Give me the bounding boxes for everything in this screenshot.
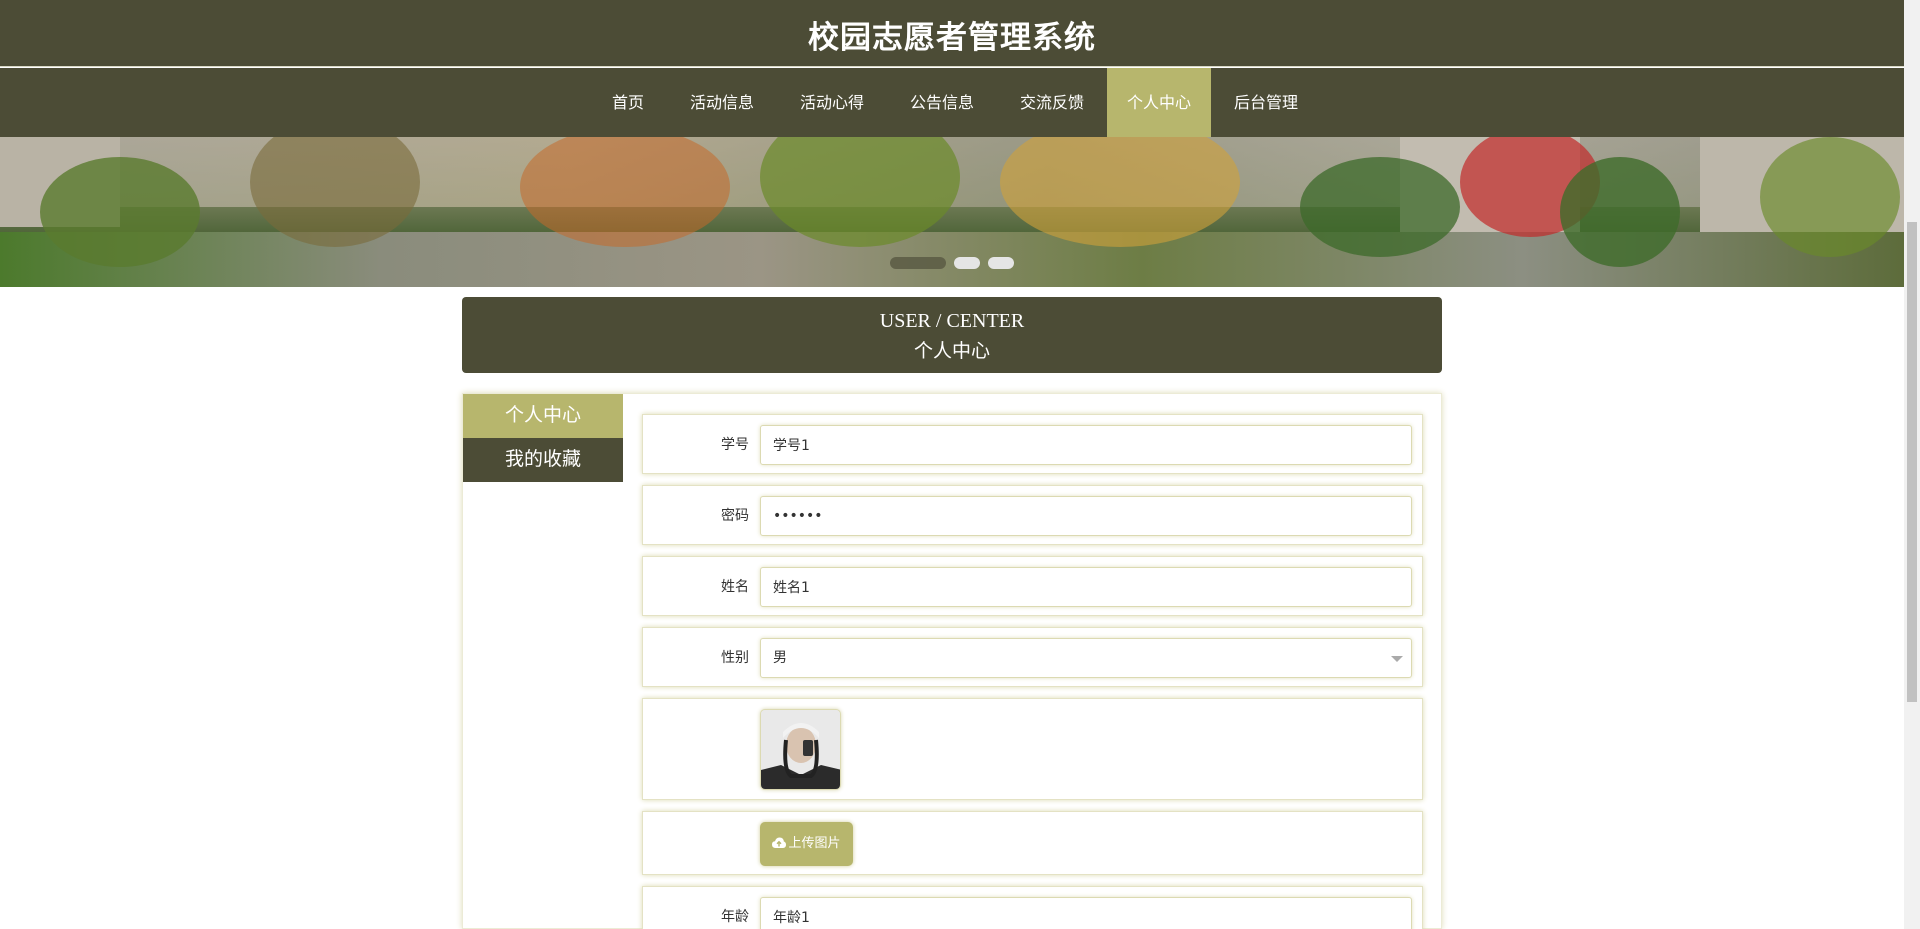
nav-item-experiences[interactable]: 活动心得 (777, 68, 887, 137)
password-label: 密码 (721, 508, 749, 524)
header-bar: 校园志愿者管理系统 (0, 0, 1904, 67)
nav-item-announcements[interactable]: 公告信息 (887, 68, 997, 137)
nav-item-user-center[interactable]: 个人中心 (1107, 68, 1212, 137)
form-row-upload: 上传图片 (642, 811, 1423, 875)
form-row-student-id: 学号 (642, 414, 1423, 474)
password-input[interactable]: •••••• (760, 496, 1412, 536)
carousel-dot-3[interactable] (988, 257, 1014, 269)
form-row-gender: 性别 男 (642, 627, 1423, 687)
scrollbar-thumb[interactable] (1907, 222, 1917, 702)
gender-label: 性别 (721, 650, 749, 666)
section-title-zh: 个人中心 (913, 341, 990, 362)
main-nav: 首页 活动信息 活动心得 公告信息 交流反馈 个人中心 后台管理 (0, 68, 1904, 137)
page: 校园志愿者管理系统 首页 活动信息 活动心得 公告信息 交流反馈 个人中心 后台… (0, 0, 1904, 929)
chevron-down-icon (1391, 656, 1403, 662)
banner-carousel[interactable] (0, 137, 1904, 287)
cloud-upload-icon (772, 837, 787, 848)
profile-form: 学号 密码 •••••• 姓名 性别 男 (642, 414, 1423, 929)
carousel-dot-1[interactable] (890, 257, 946, 269)
age-label: 年龄 (721, 909, 749, 925)
form-row-password: 密码 •••••• (642, 485, 1423, 545)
form-row-name: 姓名 (642, 556, 1423, 616)
user-center-panel: 个人中心 我的收藏 学号 密码 •••••• 姓名 性别 男 (462, 393, 1442, 929)
carousel-dot-2[interactable] (954, 257, 980, 269)
page-scrollbar[interactable] (1904, 0, 1920, 929)
section-title-en: USER / CENTER (879, 310, 1025, 332)
student-id-label: 学号 (721, 437, 749, 453)
nav-item-admin[interactable]: 后台管理 (1211, 68, 1321, 137)
age-input[interactable] (760, 897, 1412, 929)
upload-image-button[interactable]: 上传图片 (760, 822, 853, 866)
gender-selected-value: 男 (773, 650, 787, 666)
nav-item-home[interactable]: 首页 (589, 68, 667, 137)
section-header: USER / CENTER 个人中心 (462, 297, 1442, 373)
sidebar: 个人中心 我的收藏 (463, 394, 623, 482)
name-label: 姓名 (721, 579, 749, 595)
sidebar-item-user-center[interactable]: 个人中心 (463, 394, 623, 438)
form-row-age: 年龄 (642, 886, 1423, 929)
sidebar-item-favorites[interactable]: 我的收藏 (463, 438, 623, 482)
carousel-indicators (890, 257, 1014, 269)
name-input[interactable] (760, 567, 1412, 607)
nav-item-feedback[interactable]: 交流反馈 (997, 68, 1107, 137)
gender-select[interactable]: 男 (760, 638, 1412, 678)
form-row-avatar (642, 698, 1423, 800)
avatar-image (760, 709, 841, 790)
upload-button-label: 上传图片 (788, 836, 841, 851)
nav-item-activities[interactable]: 活动信息 (667, 68, 777, 137)
site-title: 校园志愿者管理系统 (808, 20, 1096, 56)
student-id-input[interactable] (760, 425, 1412, 465)
